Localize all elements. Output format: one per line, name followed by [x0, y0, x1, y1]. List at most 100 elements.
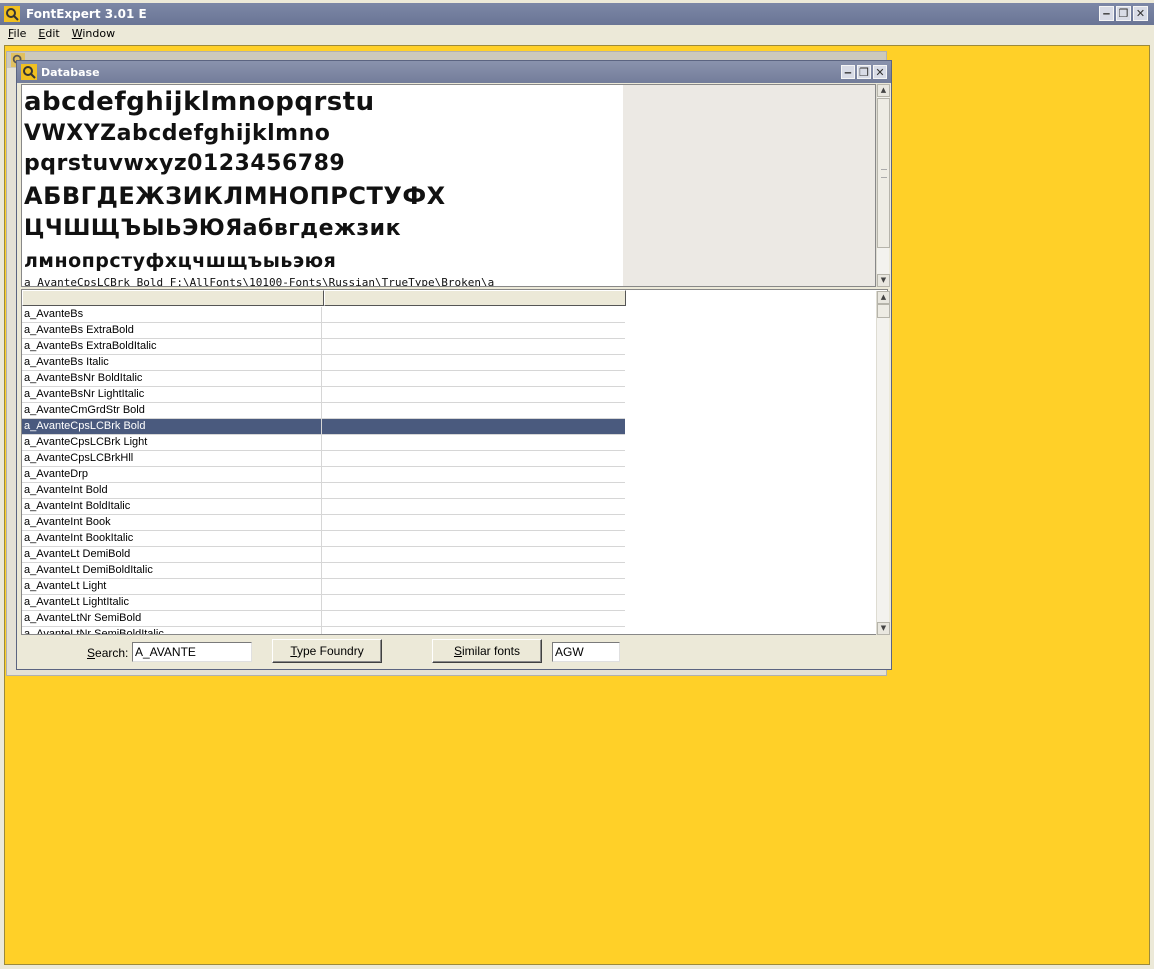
menu-file[interactable]: File [8, 25, 26, 44]
table-row[interactable]: a_AvanteCpsLCBrkHll [22, 451, 625, 467]
font-name-cell: a_AvanteBs [22, 307, 322, 322]
table-row[interactable]: a_AvanteCpsLCBrk Bold [22, 419, 625, 435]
font-info-cell [322, 483, 623, 498]
font-info-cell [322, 403, 623, 418]
table-row[interactable]: a_AvanteBsNr BoldItalic [22, 371, 625, 387]
font-list-rows: a_AvanteBs a_AvanteBs ExtraBold a_AvanteBs… [22, 307, 625, 634]
search-input[interactable]: A_AVANTE [132, 642, 252, 662]
font-info-cell [322, 467, 623, 482]
database-titlebar[interactable]: Database ‒ ❐ ✕ [17, 61, 891, 83]
menu-window[interactable]: Window [72, 25, 115, 44]
list-scrollbar[interactable]: ▲ ▼ [876, 291, 890, 635]
font-name-cell: a_AvanteInt Book [22, 515, 322, 530]
table-row[interactable]: a_AvanteLt Light [22, 579, 625, 595]
font-info-cell [322, 355, 623, 370]
font-info-cell [322, 419, 623, 434]
column-header-info[interactable] [324, 290, 626, 306]
bottom-toolbar: Search: A_AVANTE Type Foundry Similar fo… [17, 637, 891, 669]
fontexpert-logo-icon [21, 64, 37, 80]
restore-icon: ❐ [1118, 7, 1129, 20]
font-name-cell: a_AvanteLt DemiBold [22, 547, 322, 562]
table-row[interactable]: a_AvanteCpsLCBrk Light [22, 435, 625, 451]
table-row[interactable]: a_AvanteBs Italic [22, 355, 625, 371]
font-name-cell: a_AvanteCpsLCBrk Bold [22, 419, 322, 434]
restore-button[interactable]: ❐ [1116, 6, 1131, 21]
font-info-cell [322, 339, 623, 354]
arrow-down-icon: ▼ [880, 624, 887, 632]
child-restore-button[interactable]: ❐ [857, 65, 871, 79]
arrow-up-icon: ▲ [880, 86, 887, 94]
database-title: Database [41, 66, 100, 79]
font-info-cell [322, 579, 623, 594]
minimize-button[interactable]: ‒ [1099, 6, 1114, 21]
font-name-cell: a_AvanteLt DemiBoldItalic [22, 563, 322, 578]
preview-line: АБВГДЕЖЗИКЛМНОПРСТУФХ [24, 182, 446, 210]
font-name-cell: a_AvanteCpsLCBrk Light [22, 435, 322, 450]
close-icon: ✕ [875, 66, 885, 79]
table-row[interactable]: a_AvanteLt DemiBoldItalic [22, 563, 625, 579]
font-name-cell: a_AvanteLtNr SemiBold [22, 611, 322, 626]
database-window: Database ‒ ❐ ✕ abcdefghijklmnopqrstu VWX… [16, 60, 892, 670]
sample-text-input[interactable]: AGW [552, 642, 620, 662]
minimize-icon: ‒ [844, 66, 852, 79]
preview-file-path: a_AvanteCpsLCBrk Bold F:\AllFonts\10100-… [24, 276, 495, 287]
font-name-cell: a_AvanteCpsLCBrkHll [22, 451, 322, 466]
table-row[interactable]: a_AvanteInt BookItalic [22, 531, 625, 547]
preview-line: лмнопрстуфхцчшщъыьэюя [24, 250, 337, 272]
column-header-name[interactable] [22, 290, 324, 306]
font-name-cell: a_AvanteBs ExtraBold [22, 323, 322, 338]
font-info-cell [322, 531, 623, 546]
table-row[interactable]: a_AvanteLt LightItalic [22, 595, 625, 611]
scroll-thumb[interactable] [877, 304, 890, 318]
arrow-up-icon: ▲ [880, 293, 887, 301]
preview-line: VWXYZabcdefghijklmno [24, 121, 331, 146]
table-row[interactable]: a_AvanteLt DemiBold [22, 547, 625, 563]
app-titlebar[interactable]: FontExpert 3.01 E ‒ ❐ ✕ [0, 3, 1154, 25]
table-row[interactable]: a_AvanteBs ExtraBold [22, 323, 625, 339]
font-name-cell: a_AvanteLtNr SemiBoldItalic [22, 627, 322, 634]
menu-edit[interactable]: Edit [38, 25, 59, 44]
font-info-cell [322, 499, 623, 514]
scroll-up-button[interactable]: ▲ [877, 84, 890, 97]
table-row[interactable]: a_AvanteLtNr SemiBoldItalic [22, 627, 625, 634]
preview-line: abcdefghijklmnopqrstu [24, 87, 375, 117]
close-icon: ✕ [1135, 7, 1146, 20]
scroll-down-button[interactable]: ▼ [877, 274, 890, 287]
arrow-down-icon: ▼ [880, 276, 887, 284]
font-name-cell: a_AvanteInt BoldItalic [22, 499, 322, 514]
table-row[interactable]: a_AvanteInt Book [22, 515, 625, 531]
child-minimize-button[interactable]: ‒ [841, 65, 855, 79]
table-row[interactable]: a_AvanteBsNr LightItalic [22, 387, 625, 403]
fontexpert-logo-icon [4, 6, 20, 22]
font-name-cell: a_AvanteBsNr BoldItalic [22, 371, 322, 386]
font-name-cell: a_AvanteLt LightItalic [22, 595, 322, 610]
minimize-icon: ‒ [1102, 7, 1111, 20]
preview-scrollbar[interactable]: ▲ ▼ [876, 84, 890, 287]
table-row[interactable]: a_AvanteLtNr SemiBold [22, 611, 625, 627]
type-foundry-button[interactable]: Type Foundry [272, 639, 382, 663]
scroll-down-button[interactable]: ▼ [877, 622, 890, 635]
scroll-up-button[interactable]: ▲ [877, 291, 890, 304]
font-name-cell: a_AvanteInt Bold [22, 483, 322, 498]
table-row[interactable]: a_AvanteBs ExtraBoldItalic [22, 339, 625, 355]
font-info-cell [322, 547, 623, 562]
table-row[interactable]: a_AvanteBs [22, 307, 625, 323]
table-row[interactable]: a_AvanteInt BoldItalic [22, 499, 625, 515]
similar-fonts-button[interactable]: Similar fonts [432, 639, 542, 663]
close-button[interactable]: ✕ [1133, 6, 1148, 21]
child-close-button[interactable]: ✕ [873, 65, 887, 79]
font-name-cell: a_AvanteBsNr LightItalic [22, 387, 322, 402]
font-info-cell [322, 451, 623, 466]
font-info-cell [322, 627, 623, 634]
table-row[interactable]: a_AvanteInt Bold [22, 483, 625, 499]
scroll-thumb[interactable] [877, 98, 890, 248]
preview-line: ЦЧШЩЪЫЬЭЮЯабвгдежзик [24, 216, 402, 241]
font-info-cell [322, 563, 623, 578]
table-row[interactable]: a_AvanteCmGrdStr Bold [22, 403, 625, 419]
font-info-cell [322, 371, 623, 386]
menu-bar: File Edit Window [0, 25, 1154, 44]
app-title: FontExpert 3.01 E [26, 7, 147, 21]
font-info-cell [322, 435, 623, 450]
font-info-cell [322, 595, 623, 610]
table-row[interactable]: a_AvanteDrp [22, 467, 625, 483]
